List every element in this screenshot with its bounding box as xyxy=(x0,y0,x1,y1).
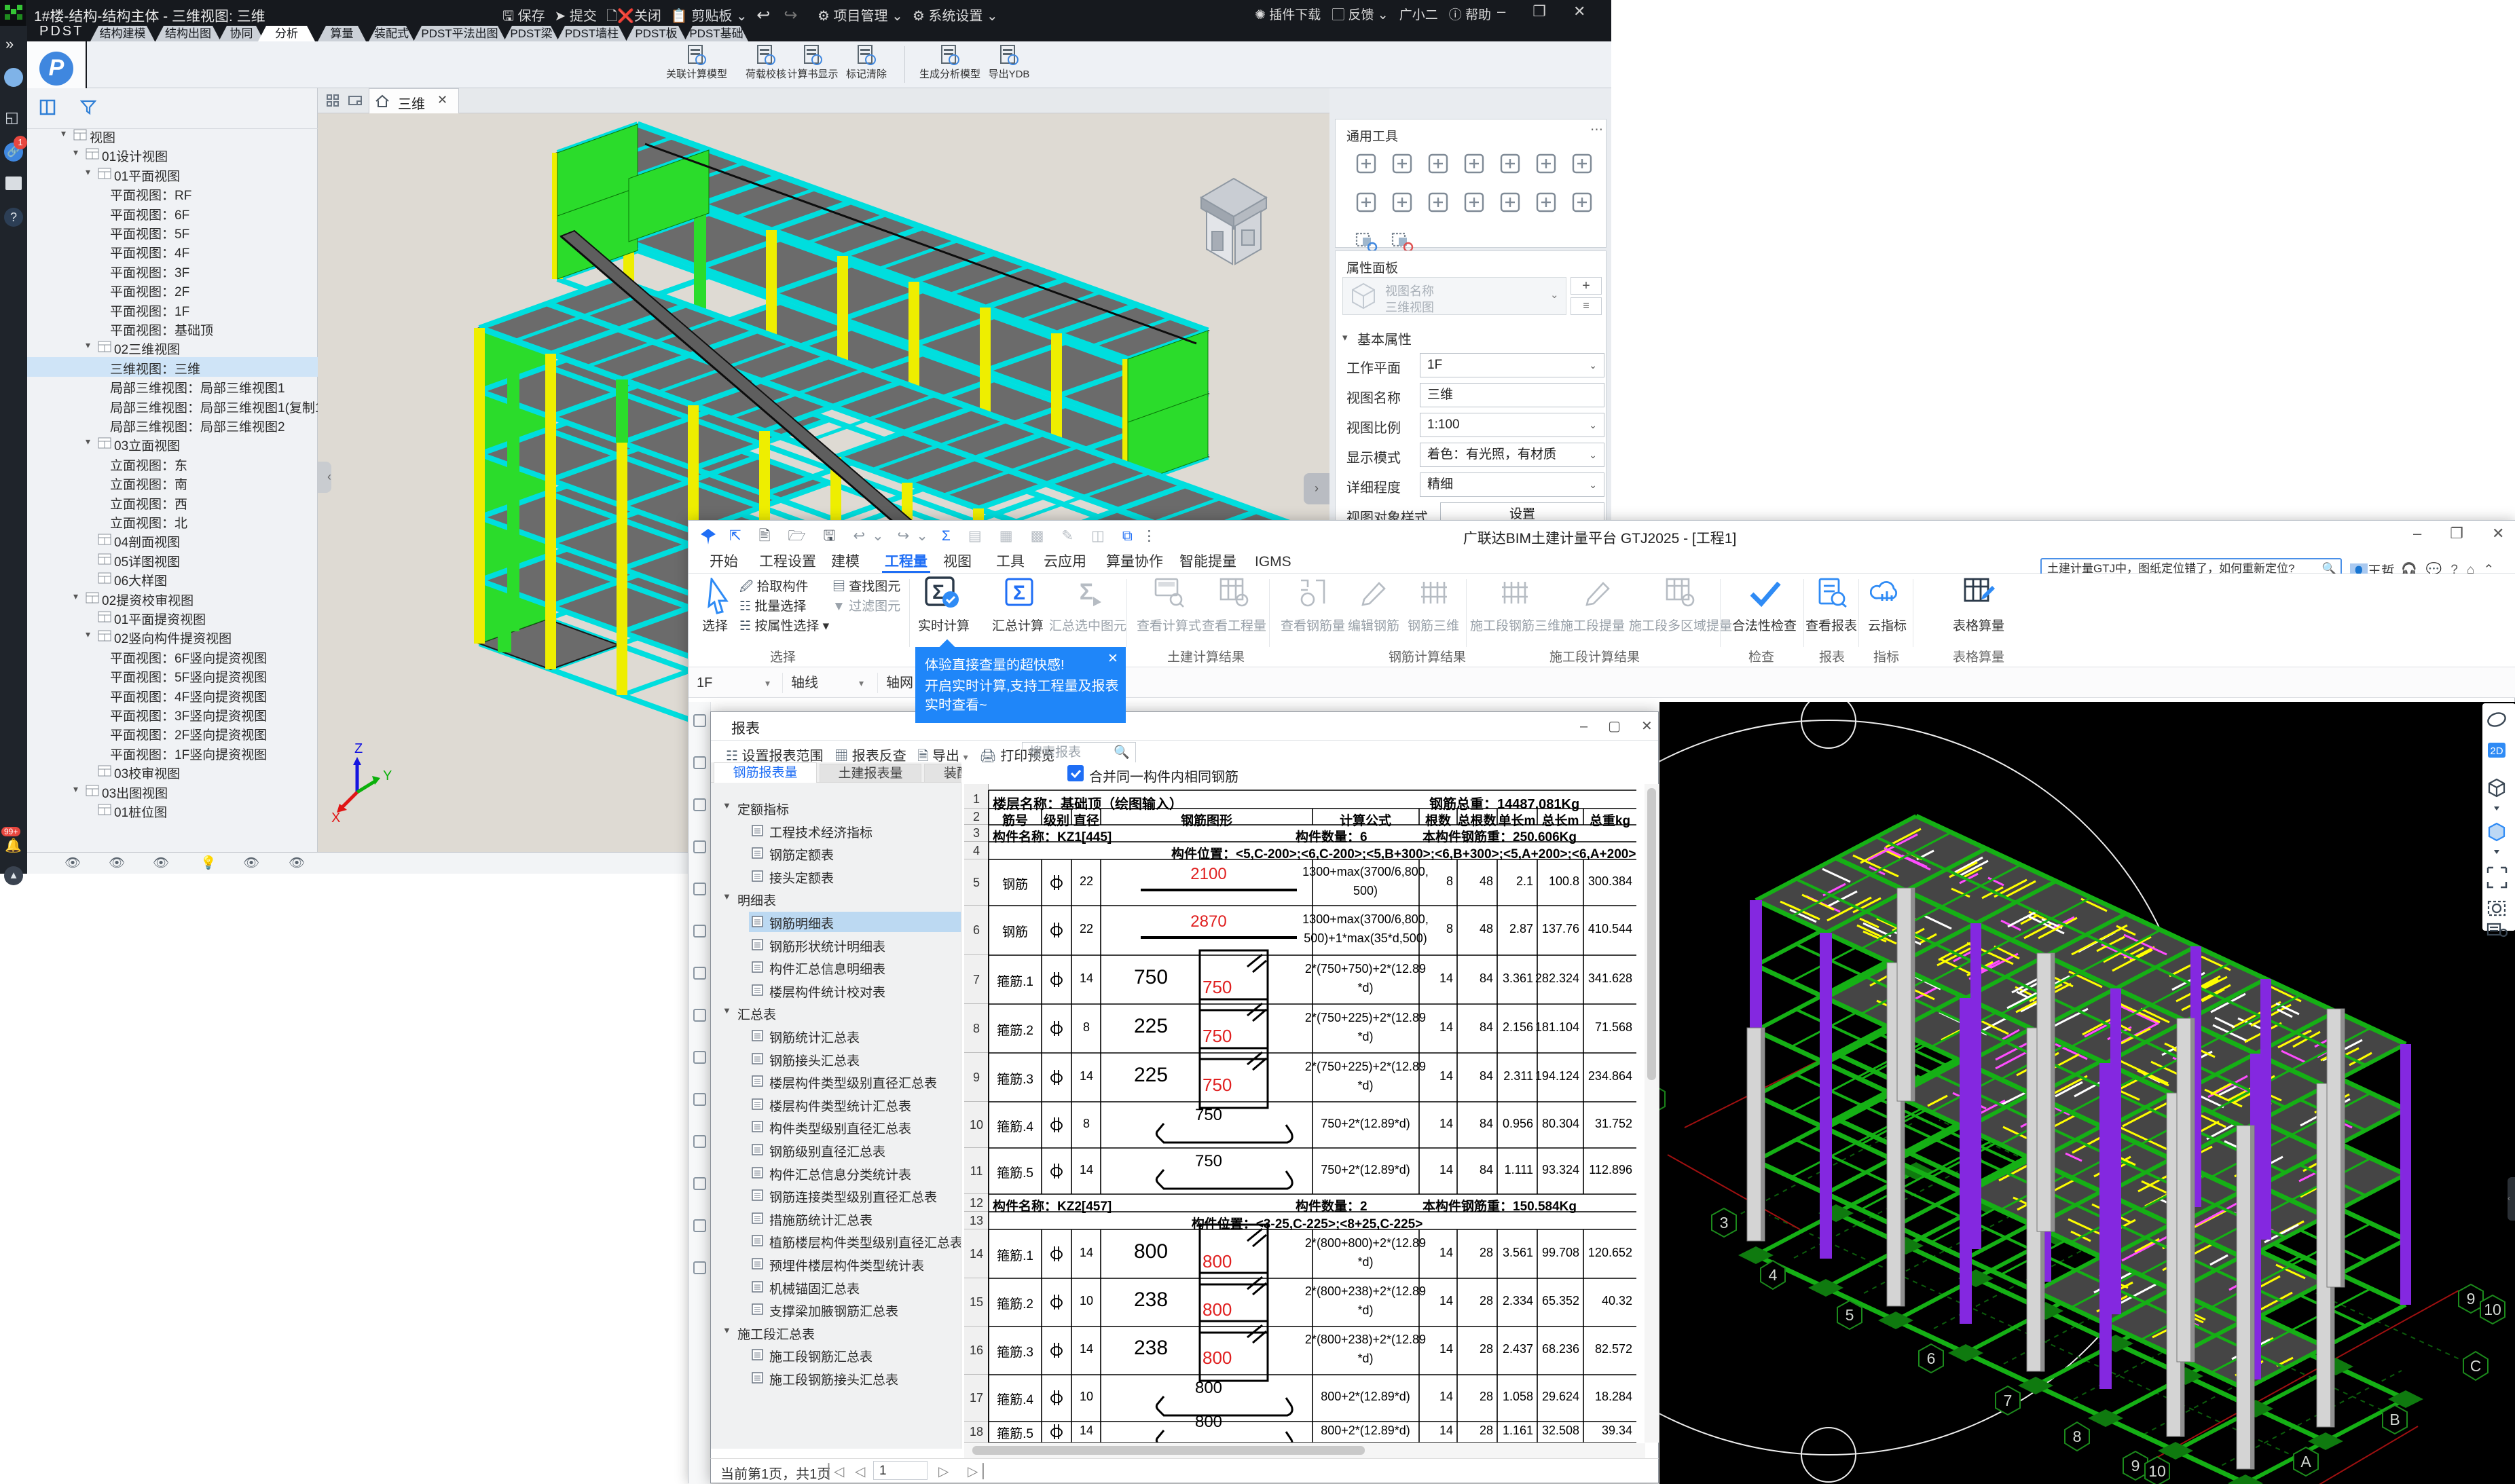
svg-text:Z: Z xyxy=(354,741,363,756)
svg-text:Σ: Σ xyxy=(1080,579,1093,605)
svg-text:8: 8 xyxy=(2073,1428,2082,1445)
svg-text:Σ: Σ xyxy=(1013,582,1025,604)
svg-text:6: 6 xyxy=(1927,1350,1936,1367)
svg-text:3: 3 xyxy=(1720,1214,1729,1231)
svg-text:5: 5 xyxy=(1846,1306,1854,1324)
svg-text:9: 9 xyxy=(2131,1457,2140,1474)
svg-text:X: X xyxy=(331,811,340,826)
svg-text:B: B xyxy=(2389,1411,2400,1428)
svg-text:C: C xyxy=(2470,1357,2482,1375)
svg-text:2D: 2D xyxy=(2490,745,2503,757)
svg-text:Y: Y xyxy=(383,768,392,783)
svg-text:10: 10 xyxy=(2148,1462,2166,1480)
svg-text:10: 10 xyxy=(2484,1301,2501,1318)
svg-text:A: A xyxy=(2300,1453,2311,1470)
svg-text:9: 9 xyxy=(2467,1290,2476,1307)
svg-text:7: 7 xyxy=(2004,1392,2013,1409)
svg-text:4: 4 xyxy=(1769,1266,1778,1284)
